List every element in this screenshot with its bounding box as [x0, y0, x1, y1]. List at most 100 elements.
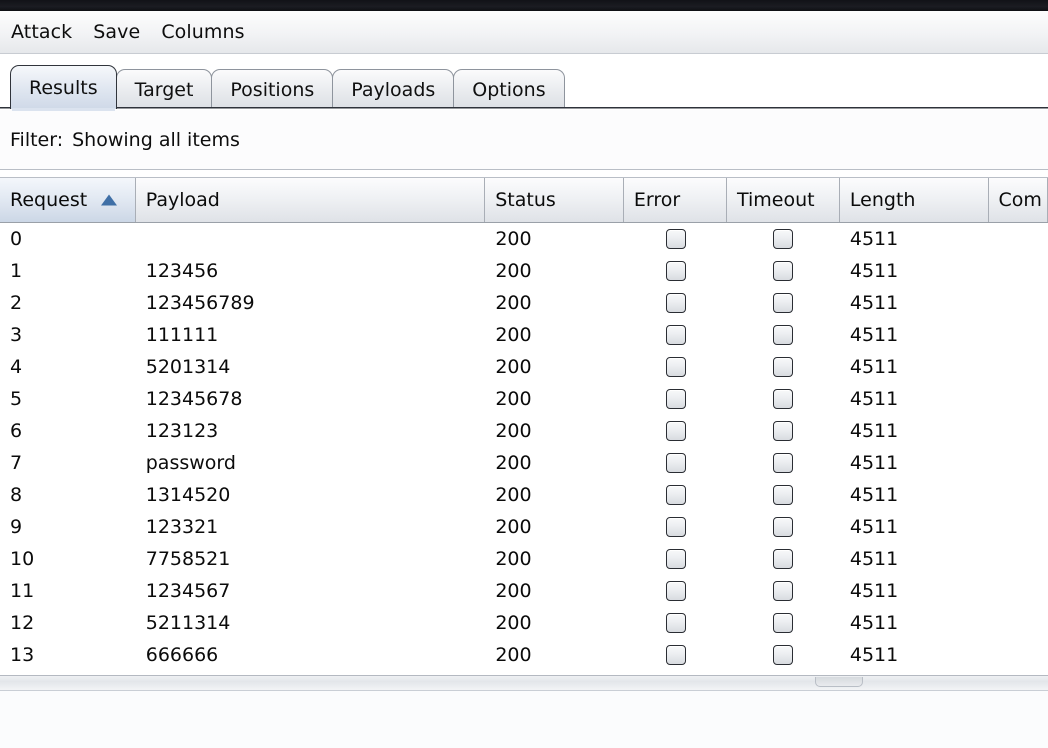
table-row[interactable]: 4 5201314 200 4511 [0, 351, 1048, 383]
column-header-length[interactable]: Length [839, 178, 989, 222]
checkbox-unchecked-icon[interactable] [773, 645, 794, 665]
column-header-error[interactable]: Error [623, 178, 727, 222]
table-row[interactable]: 1 123456 200 4511 [0, 255, 1048, 287]
column-header-comment-label: Com [998, 189, 1042, 211]
table-row[interactable]: 9 123321 200 4511 [0, 511, 1048, 543]
cell-timeout[interactable] [727, 575, 840, 607]
cell-timeout[interactable] [727, 639, 840, 671]
cell-timeout[interactable] [727, 479, 840, 511]
tab-payloads[interactable]: Payloads [332, 69, 455, 109]
cell-timeout[interactable] [727, 447, 840, 479]
table-row[interactable]: 5 12345678 200 4511 [0, 383, 1048, 415]
table-row[interactable]: 2 123456789 200 4511 [0, 287, 1048, 319]
checkbox-unchecked-icon[interactable] [773, 485, 794, 505]
cell-error[interactable] [624, 223, 727, 255]
cell-error[interactable] [624, 543, 727, 575]
checkbox-unchecked-icon[interactable] [665, 517, 686, 537]
cell-payload: 1234567 [145, 580, 231, 602]
table-row[interactable]: 8 1314520 200 4511 [0, 479, 1048, 511]
cell-comment [988, 287, 1048, 319]
cell-error[interactable] [624, 607, 727, 639]
cell-timeout[interactable] [727, 351, 840, 383]
cell-timeout[interactable] [727, 319, 840, 351]
checkbox-unchecked-icon[interactable] [665, 389, 686, 409]
checkbox-unchecked-icon[interactable] [773, 613, 794, 633]
checkbox-unchecked-icon[interactable] [665, 357, 686, 377]
checkbox-unchecked-icon[interactable] [773, 517, 794, 537]
checkbox-unchecked-icon[interactable] [665, 645, 686, 665]
column-header-comment[interactable]: Com [988, 178, 1048, 222]
horizontal-splitter[interactable] [0, 675, 1048, 691]
checkbox-unchecked-icon[interactable] [665, 325, 686, 345]
menu-columns[interactable]: Columns [159, 19, 254, 45]
cell-error[interactable] [624, 447, 727, 479]
table-row[interactable]: 11 1234567 200 4511 [0, 575, 1048, 607]
checkbox-unchecked-icon[interactable] [773, 453, 794, 473]
cell-timeout[interactable] [727, 287, 840, 319]
filter-bar[interactable]: Filter: Showing all items [0, 110, 1048, 170]
cell-comment [988, 639, 1048, 671]
cell-length: 4511 [849, 228, 899, 250]
checkbox-unchecked-icon[interactable] [665, 549, 686, 569]
tab-positions[interactable]: Positions [211, 69, 334, 109]
column-header-payload[interactable]: Payload [135, 178, 486, 222]
cell-error[interactable] [624, 639, 727, 671]
tab-results[interactable]: Results [10, 65, 117, 111]
cell-timeout[interactable] [727, 223, 840, 255]
table-row[interactable]: 13 666666 200 4511 [0, 639, 1048, 671]
cell-status: 200 [495, 260, 532, 282]
table-row[interactable]: 6 123123 200 4511 [0, 415, 1048, 447]
cell-error[interactable] [624, 351, 727, 383]
cell-comment [988, 319, 1048, 351]
cell-error[interactable] [624, 575, 727, 607]
checkbox-unchecked-icon[interactable] [773, 229, 794, 249]
cell-error[interactable] [624, 479, 727, 511]
splitter-grip[interactable] [815, 677, 863, 687]
checkbox-unchecked-icon[interactable] [665, 485, 686, 505]
checkbox-unchecked-icon[interactable] [773, 549, 794, 569]
tab-target[interactable]: Target [115, 69, 213, 109]
table-row[interactable]: 12 5211314 200 4511 [0, 607, 1048, 639]
column-header-timeout-label: Timeout [736, 189, 815, 211]
table-row[interactable]: 7 password 200 4511 [0, 447, 1048, 479]
checkbox-unchecked-icon[interactable] [665, 229, 686, 249]
cell-error[interactable] [624, 255, 727, 287]
checkbox-unchecked-icon[interactable] [773, 581, 794, 601]
cell-payload [136, 223, 486, 255]
cell-request: 5 [10, 388, 23, 410]
cell-request: 3 [10, 324, 23, 346]
checkbox-unchecked-icon[interactable] [773, 293, 794, 313]
menu-save[interactable]: Save [91, 19, 150, 45]
column-header-status[interactable]: Status [485, 178, 624, 222]
checkbox-unchecked-icon[interactable] [773, 357, 794, 377]
column-header-timeout[interactable]: Timeout [726, 178, 840, 222]
column-header-request[interactable]: Request [0, 178, 136, 222]
checkbox-unchecked-icon[interactable] [665, 453, 686, 473]
checkbox-unchecked-icon[interactable] [665, 261, 686, 281]
tab-options[interactable]: Options [453, 69, 565, 109]
checkbox-unchecked-icon[interactable] [773, 261, 794, 281]
checkbox-unchecked-icon[interactable] [773, 325, 794, 345]
checkbox-unchecked-icon[interactable] [665, 293, 686, 313]
menu-attack[interactable]: Attack [9, 19, 82, 45]
cell-error[interactable] [624, 383, 727, 415]
checkbox-unchecked-icon[interactable] [665, 581, 686, 601]
cell-timeout[interactable] [727, 511, 840, 543]
table-row[interactable]: 3 111111 200 4511 [0, 319, 1048, 351]
cell-error[interactable] [624, 319, 727, 351]
cell-error[interactable] [624, 415, 727, 447]
checkbox-unchecked-icon[interactable] [773, 421, 794, 441]
filter-label: Filter: [10, 128, 64, 151]
checkbox-unchecked-icon[interactable] [773, 389, 794, 409]
checkbox-unchecked-icon[interactable] [665, 613, 686, 633]
cell-timeout[interactable] [727, 607, 840, 639]
cell-timeout[interactable] [727, 415, 840, 447]
cell-timeout[interactable] [727, 383, 840, 415]
table-row[interactable]: 10 7758521 200 4511 [0, 543, 1048, 575]
cell-error[interactable] [624, 511, 727, 543]
table-row[interactable]: 0 200 4511 [0, 223, 1048, 255]
checkbox-unchecked-icon[interactable] [665, 421, 686, 441]
cell-timeout[interactable] [727, 543, 840, 575]
cell-error[interactable] [624, 287, 727, 319]
cell-timeout[interactable] [727, 255, 840, 287]
